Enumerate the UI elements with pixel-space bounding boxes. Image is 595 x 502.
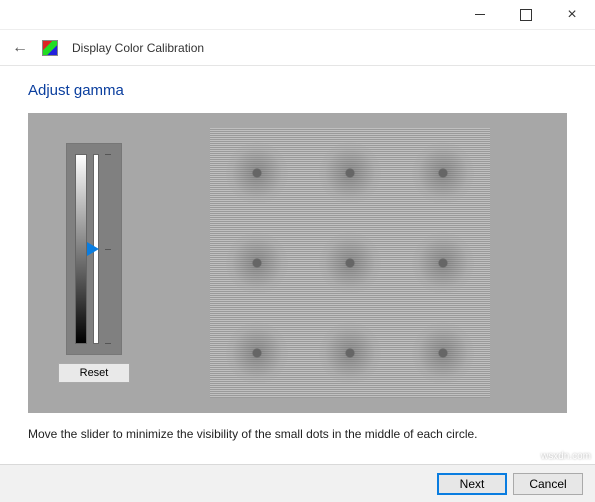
content-area: Adjust gamma Reset (0, 66, 595, 441)
gamma-cell (210, 308, 303, 398)
tick-mark (105, 154, 111, 155)
gamma-slider[interactable] (66, 143, 122, 355)
back-icon[interactable]: ← (12, 39, 28, 57)
gamma-cell (397, 308, 490, 398)
gamma-cell (210, 128, 303, 218)
slider-ticks (105, 154, 113, 344)
titlebar: × (0, 0, 595, 30)
window-title: Display Color Calibration (72, 41, 204, 55)
header: ← Display Color Calibration (0, 30, 595, 66)
gamma-cell (397, 218, 490, 308)
page-heading: Adjust gamma (28, 82, 567, 99)
maximize-button[interactable] (503, 0, 549, 29)
gamma-dot (412, 322, 474, 384)
tick-mark (105, 343, 111, 344)
gradient-strip (75, 154, 87, 344)
gamma-dot (319, 142, 381, 204)
slider-track[interactable] (93, 154, 99, 344)
display-calibration-icon (42, 40, 58, 56)
tick-mark (105, 249, 111, 250)
gamma-cell (397, 128, 490, 218)
gamma-dot (319, 232, 381, 294)
instruction-text: Move the slider to minimize the visibili… (28, 427, 567, 441)
gamma-dot (412, 232, 474, 294)
gamma-dot (319, 322, 381, 384)
gamma-test-pattern (210, 128, 490, 398)
watermark: wsxdn.com (541, 451, 591, 462)
gamma-cell (303, 128, 396, 218)
footer: Next Cancel (0, 464, 595, 502)
gamma-dot (412, 142, 474, 204)
gamma-slider-column: Reset (58, 143, 130, 383)
close-button[interactable]: × (549, 0, 595, 29)
minimize-button[interactable] (457, 0, 503, 29)
gamma-dot (226, 142, 288, 204)
gamma-cell (210, 218, 303, 308)
reset-button[interactable]: Reset (58, 363, 130, 383)
next-button[interactable]: Next (437, 473, 507, 495)
gamma-cell (303, 308, 396, 398)
gamma-dot (226, 322, 288, 384)
gamma-cell (303, 218, 396, 308)
slider-thumb[interactable] (87, 242, 99, 256)
gamma-dot (226, 232, 288, 294)
calibration-panel: Reset (28, 113, 567, 413)
cancel-button[interactable]: Cancel (513, 473, 583, 495)
